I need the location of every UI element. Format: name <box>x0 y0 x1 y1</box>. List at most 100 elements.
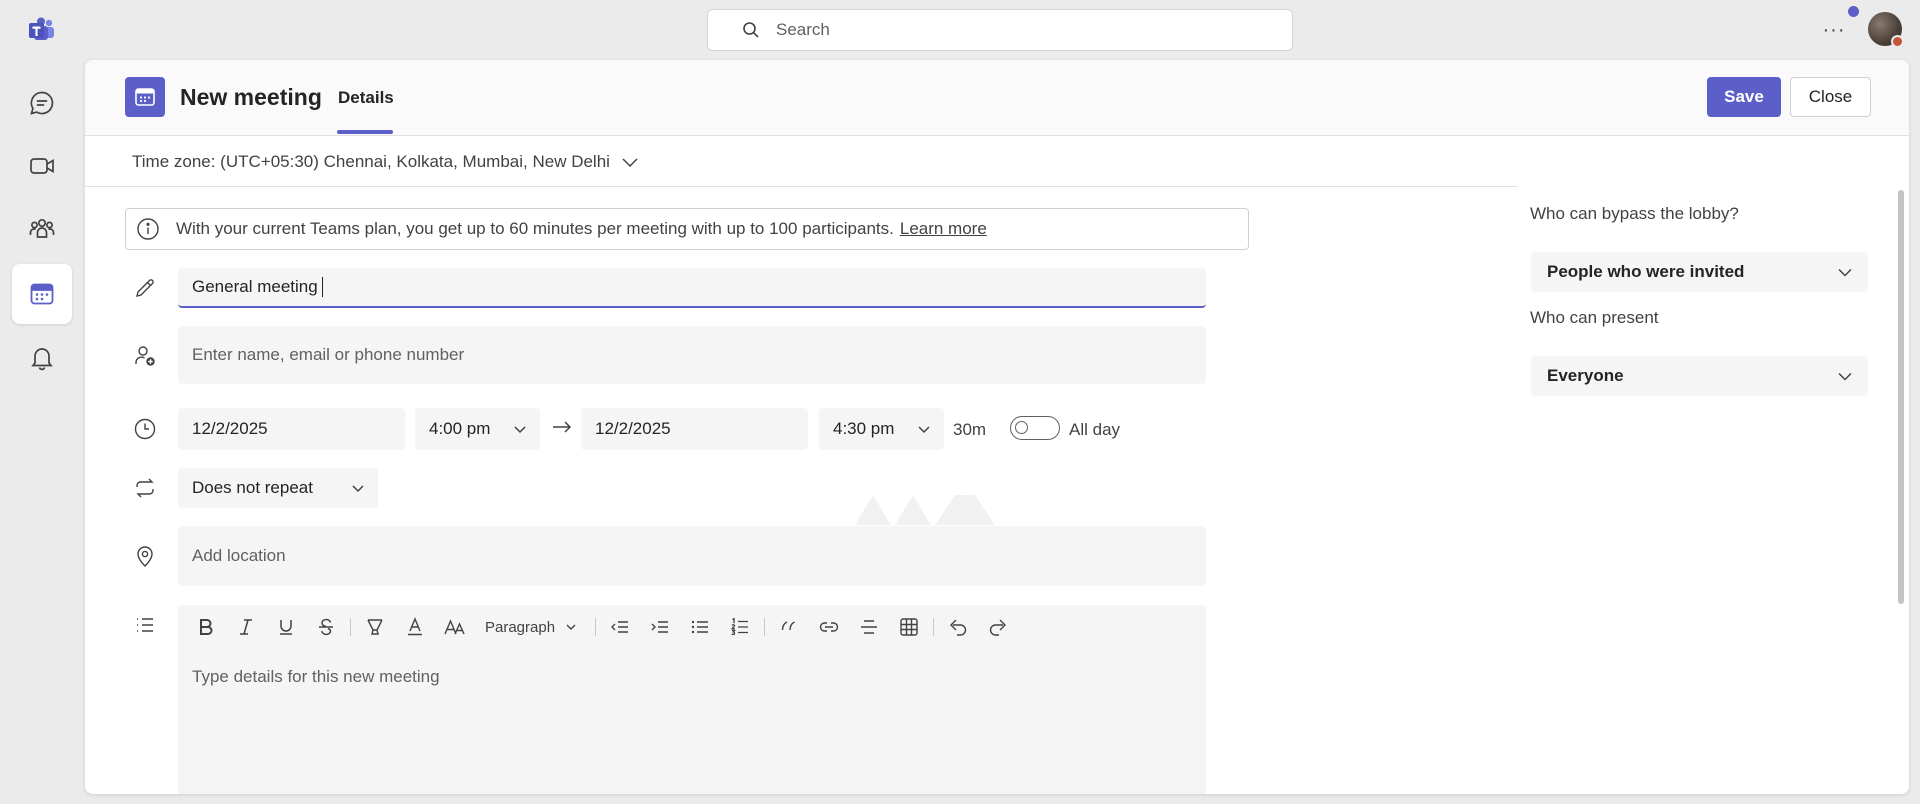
undo-button[interactable] <box>938 613 978 641</box>
chevron-down-icon <box>512 421 528 437</box>
bell-icon <box>28 344 56 372</box>
info-icon <box>136 217 160 241</box>
location-input[interactable]: Add location <box>178 526 1206 586</box>
meeting-calendar-icon <box>125 77 165 117</box>
presenter-select[interactable]: Everyone <box>1531 356 1868 396</box>
page-title: New meeting <box>180 84 322 110</box>
clock-icon <box>132 416 158 442</box>
lobby-select[interactable]: People who were invited <box>1531 252 1868 292</box>
notification-dot <box>1848 6 1859 17</box>
location-placeholder: Add location <box>192 546 286 565</box>
insert-link-button[interactable] <box>809 613 849 641</box>
quote-icon <box>781 621 795 631</box>
all-day-label: All day <box>1069 420 1121 439</box>
end-date-value: 12/2/2025 <box>595 419 671 438</box>
meeting-editor-panel: New meeting Details Save Close Time zone… <box>85 60 1909 794</box>
panel-header: New meeting Details Save Close <box>85 60 1909 136</box>
decrease-indent-button[interactable] <box>600 613 640 641</box>
chevron-down-icon <box>620 152 640 172</box>
all-day-toggle[interactable] <box>1010 416 1060 440</box>
rail-meet[interactable] <box>12 136 72 196</box>
teams-logo-icon[interactable] <box>28 16 56 44</box>
attendees-input[interactable]: Enter name, email or phone number <box>178 326 1206 384</box>
font-color-icon <box>408 617 422 636</box>
start-time-select[interactable]: 4:00 pm <box>415 408 540 450</box>
horizontal-rule-button[interactable] <box>849 613 889 641</box>
horizontal-rule-icon <box>861 620 878 634</box>
presenter-value: Everyone <box>1547 366 1624 385</box>
strikethrough-icon <box>319 618 333 636</box>
bold-button[interactable] <box>186 613 226 641</box>
details-placeholder: Type details for this new meeting <box>192 667 440 686</box>
chevron-down-icon <box>1836 263 1854 281</box>
divider <box>85 186 1518 187</box>
search-bar[interactable]: Search <box>707 9 1293 51</box>
font-size-icon <box>444 619 465 635</box>
text-caret <box>321 277 323 297</box>
start-date-input[interactable]: 12/2/2025 <box>178 408 405 450</box>
repeat-select[interactable]: Does not repeat <box>178 468 378 508</box>
chevron-down-icon <box>916 421 932 437</box>
italic-button[interactable] <box>226 613 266 641</box>
rail-calendar[interactable] <box>12 264 72 324</box>
details-editor[interactable]: Paragraph Type details for this new meet… <box>178 605 1206 794</box>
increase-indent-button[interactable] <box>640 613 680 641</box>
underline-button[interactable] <box>266 613 306 641</box>
tab-details[interactable]: Details <box>338 88 394 108</box>
highlighter-icon <box>367 619 383 635</box>
bulleted-list-button[interactable] <box>680 613 720 641</box>
font-size-button[interactable] <box>435 613 475 641</box>
end-time-value: 4:30 pm <box>833 419 895 438</box>
close-button[interactable]: Close <box>1790 77 1871 117</box>
repeat-value: Does not repeat <box>192 478 313 497</box>
presenter-label: Who can present <box>1530 308 1659 327</box>
table-icon <box>900 618 918 636</box>
toggle-knob <box>1015 421 1028 434</box>
meeting-title-value: General meeting <box>192 277 318 296</box>
learn-more-link[interactable]: Learn more <box>900 219 987 239</box>
chat-icon <box>28 89 56 117</box>
font-color-button[interactable] <box>395 613 435 641</box>
quote-button[interactable] <box>769 613 809 641</box>
top-bar: Search ··· <box>0 0 1920 60</box>
italic-icon <box>240 619 252 635</box>
bullet-list-icon <box>691 620 709 634</box>
rail-chat[interactable] <box>12 73 72 133</box>
rail-activity[interactable] <box>12 328 72 388</box>
rail-teams[interactable] <box>12 199 72 259</box>
toolbar-separator <box>933 618 935 636</box>
timezone-selector[interactable]: Time zone: (UTC+05:30) Chennai, Kolkata,… <box>132 152 640 172</box>
scrollbar[interactable] <box>1898 190 1904 604</box>
start-time-value: 4:00 pm <box>429 419 491 438</box>
bold-icon <box>200 619 213 635</box>
save-button[interactable]: Save <box>1707 77 1781 117</box>
link-icon <box>819 622 839 632</box>
video-icon <box>28 152 56 180</box>
attendees-placeholder: Enter name, email or phone number <box>192 345 465 364</box>
lobby-value: People who were invited <box>1547 262 1745 281</box>
outdent-icon <box>611 621 629 633</box>
chevron-down-icon <box>565 621 577 633</box>
chevron-down-icon <box>350 480 366 496</box>
start-date-value: 12/2/2025 <box>192 419 268 438</box>
end-time-select[interactable]: 4:30 pm <box>819 408 944 450</box>
presence-status-icon <box>1891 35 1904 48</box>
arrow-right-icon <box>551 416 573 438</box>
timezone-label: Time zone: (UTC+05:30) Chennai, Kolkata,… <box>132 152 610 171</box>
redo-button[interactable] <box>978 613 1018 641</box>
paragraph-style-value: Paragraph <box>485 618 556 636</box>
search-placeholder: Search <box>776 20 830 39</box>
meeting-title-input[interactable]: General meeting <box>178 268 1206 308</box>
avatar[interactable] <box>1868 12 1904 48</box>
indent-icon <box>651 621 669 633</box>
insert-table-button[interactable] <box>889 613 929 641</box>
strikethrough-button[interactable] <box>306 613 346 641</box>
highlight-button[interactable] <box>355 613 395 641</box>
numbered-list-button[interactable] <box>720 613 760 641</box>
toolbar-separator <box>595 618 597 636</box>
paragraph-style-select[interactable]: Paragraph <box>475 619 591 636</box>
end-date-input[interactable]: 12/2/2025 <box>581 408 808 450</box>
more-options-button[interactable]: ··· <box>1820 16 1848 44</box>
more-icon: ··· <box>1822 18 1846 41</box>
calendar-icon <box>28 280 56 308</box>
